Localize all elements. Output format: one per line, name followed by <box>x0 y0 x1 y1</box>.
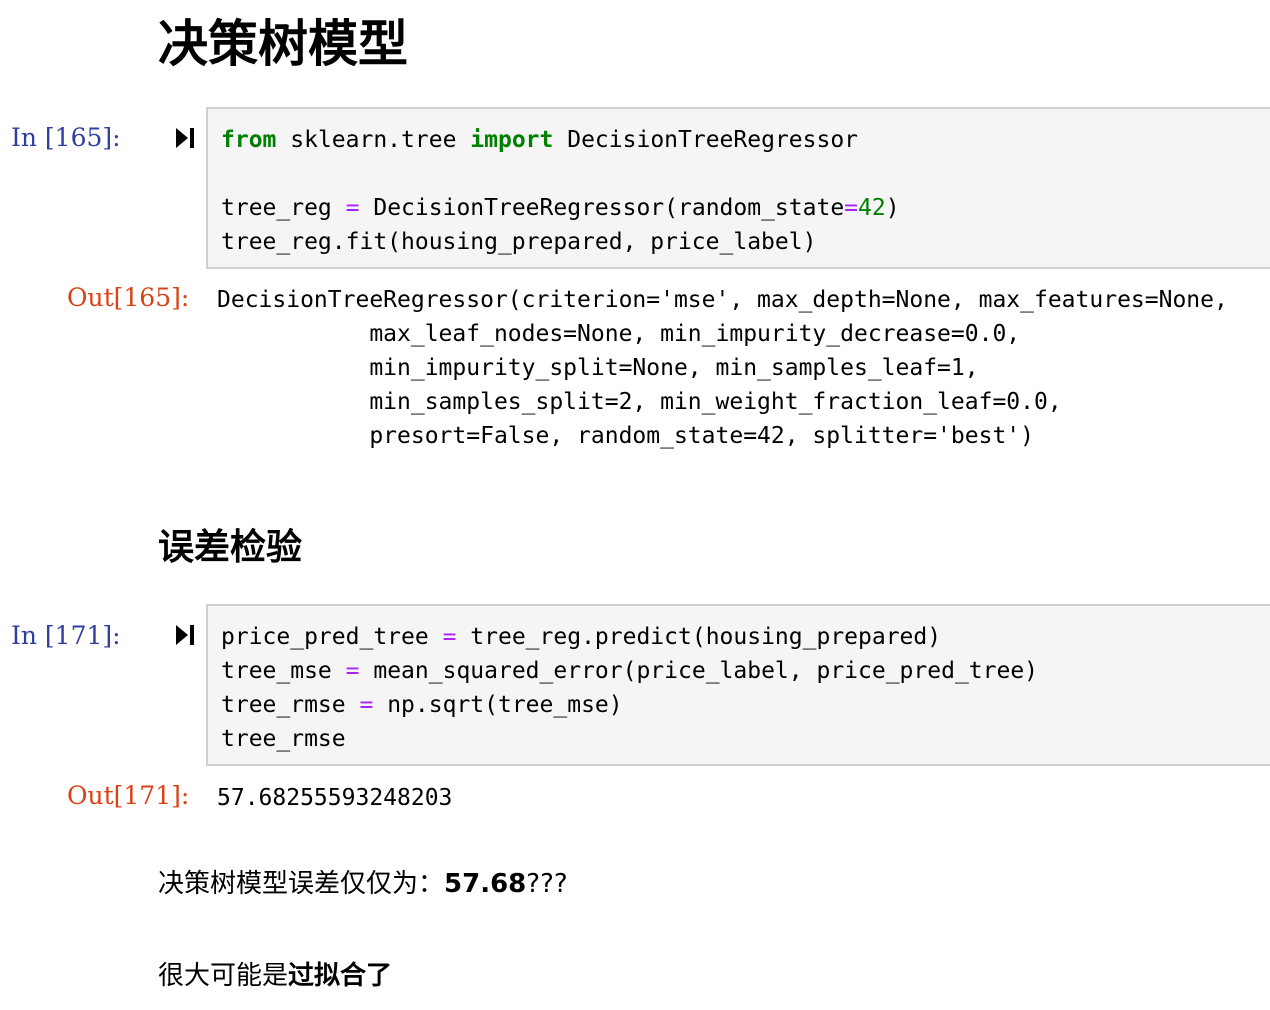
cell-out-prompt: Out[171]: <box>67 781 190 810</box>
heading-error-check: 误差检验 <box>158 527 303 568</box>
note-error-value: 决策树模型误差仅仅为：57.68??? <box>158 869 568 899</box>
code-line: tree_rmse = np.sqrt(tree_mse) <box>221 692 623 718</box>
code-line: tree_rmse <box>221 726 346 752</box>
run-cell-icon[interactable] <box>174 622 196 648</box>
run-cell-icon[interactable] <box>174 125 196 151</box>
cell-in-prompt: In [165]: <box>11 123 121 152</box>
cell-out-prompt: Out[165]: <box>67 283 190 312</box>
heading-decision-tree-model: 决策树模型 <box>158 15 408 73</box>
code-line: tree_reg.fit(housing_prepared, price_lab… <box>221 229 817 255</box>
cell-in-prompt: In [171]: <box>11 621 121 650</box>
code-line: from sklearn.tree import DecisionTreeReg… <box>221 127 859 153</box>
code-line: tree_mse = mean_squared_error(price_labe… <box>221 658 1039 684</box>
cell-output-line: presort=False, random_state=42, splitter… <box>217 423 1034 449</box>
code-line: price_pred_tree = tree_reg.predict(housi… <box>221 624 942 650</box>
cell-output-line: DecisionTreeRegressor(criterion='mse', m… <box>217 287 1228 313</box>
code-cell-editor[interactable]: price_pred_tree = tree_reg.predict(housi… <box>206 604 1270 766</box>
cell-output-line: max_leaf_nodes=None, min_impurity_decrea… <box>217 321 1021 347</box>
cell-output-value: 57.68255593248203 <box>217 785 453 811</box>
cell-output-line: min_samples_split=2, min_weight_fraction… <box>217 389 1062 415</box>
code-cell-editor[interactable]: from sklearn.tree import DecisionTreeReg… <box>206 107 1270 269</box>
code-line: tree_reg = DecisionTreeRegressor(random_… <box>221 195 900 221</box>
cell-output-line: min_impurity_split=None, min_samples_lea… <box>217 355 979 381</box>
note-overfitting: 很大可能是过拟合了 <box>158 961 393 991</box>
